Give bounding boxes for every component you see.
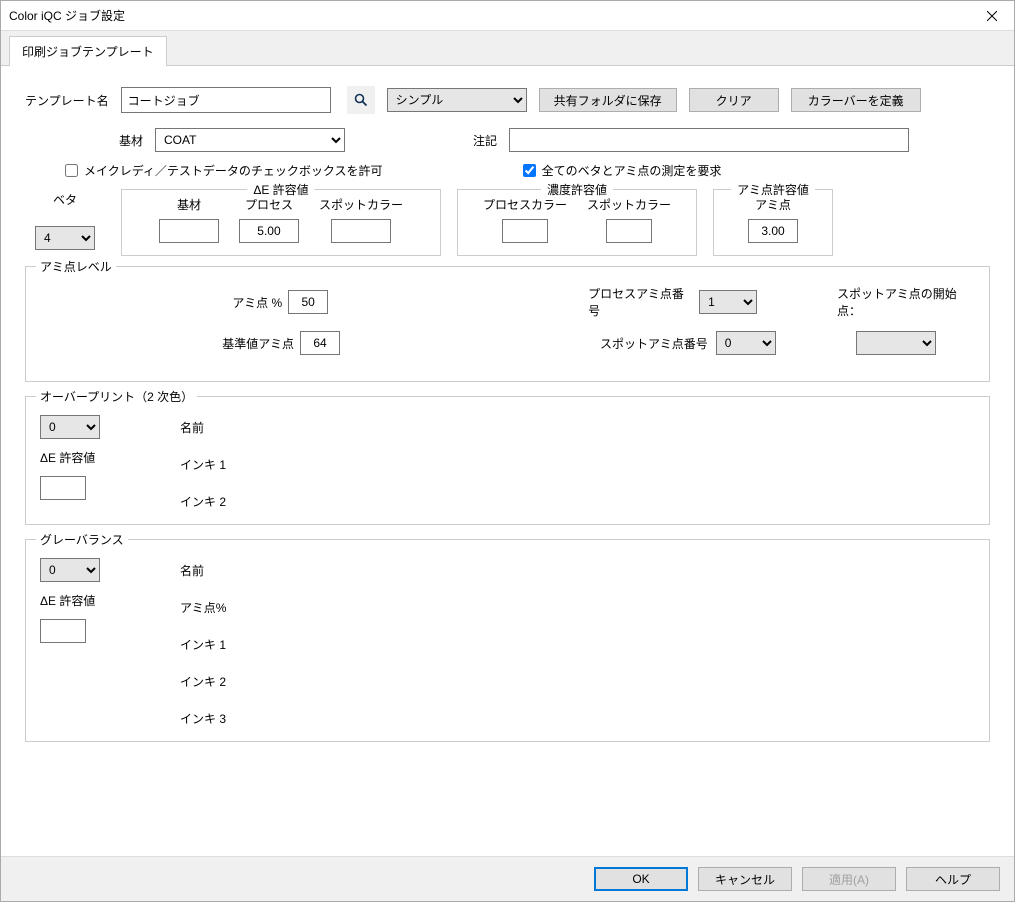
tab-print-job-template[interactable]: 印刷ジョブテンプレート — [9, 36, 167, 66]
overprint-ink1-label: インキ 1 — [180, 456, 226, 473]
beta-select[interactable]: 4 — [35, 226, 95, 250]
density-process-label: プロセスカラー — [483, 196, 567, 213]
require-all-checkbox[interactable]: 全てのベタとアミ点の測定を要求 — [523, 162, 722, 179]
gray-name-label: 名前 — [180, 562, 226, 579]
de-spot-input[interactable] — [331, 219, 391, 243]
substrate-label: 基材 — [25, 132, 143, 149]
de-substrate-label: 基材 — [177, 196, 201, 213]
overprint-legend: オーバープリント（2 次色） — [36, 388, 197, 405]
de-substrate-input[interactable] — [159, 219, 219, 243]
gray-ink3-label: インキ 3 — [180, 710, 226, 727]
tint-tolerance-title: アミ点許容値 — [731, 181, 815, 198]
overprint-name-label: 名前 — [180, 419, 226, 436]
allow-makeready-checkbox[interactable]: メイクレディ／テストデータのチェックボックスを許可 — [65, 162, 383, 179]
substrate-select[interactable]: COAT — [155, 128, 345, 152]
search-icon[interactable] — [347, 86, 375, 114]
de-process-input[interactable] — [239, 219, 299, 243]
overprint-de-input[interactable] — [40, 476, 86, 500]
density-tolerance-title: 濃度許容値 — [541, 181, 613, 198]
overprint-de-label: ΔE 許容値 — [40, 449, 140, 466]
gray-ink2-label: インキ 2 — [180, 673, 226, 690]
spot-tint-no-select[interactable]: 0 — [716, 331, 776, 355]
gray-ink1-label: インキ 1 — [180, 636, 226, 653]
tint-percent-label: アミ点 % — [232, 294, 282, 311]
gray-de-label: ΔE 許容値 — [40, 592, 140, 609]
spot-tint-no-label: スポットアミ点番号 — [600, 335, 708, 352]
spot-tint-start-select[interactable] — [856, 331, 936, 355]
density-spot-input[interactable] — [606, 219, 652, 243]
define-colorbar-button[interactable]: カラーバーを定義 — [791, 88, 921, 112]
apply-button: 適用(A) — [802, 867, 896, 891]
tint-tol-input[interactable] — [748, 219, 798, 243]
ok-button[interactable]: OK — [594, 867, 688, 891]
gray-tintpct-label: アミ点% — [180, 599, 226, 616]
de-spot-label: スポットカラー — [319, 196, 403, 213]
beta-label: ベタ — [25, 191, 105, 208]
density-process-input[interactable] — [502, 219, 548, 243]
overprint-select[interactable]: 0 — [40, 415, 100, 439]
allow-makeready-label: メイクレディ／テストデータのチェックボックスを許可 — [84, 162, 383, 179]
note-label: 注記 — [387, 132, 497, 149]
de-process-label: プロセス — [245, 196, 293, 213]
ref-tint-input[interactable] — [300, 331, 340, 355]
template-name-label: テンプレート名 — [25, 92, 109, 109]
tint-col-label: アミ点 — [755, 196, 791, 213]
ref-tint-label: 基準値アミ点 — [222, 335, 294, 352]
help-button[interactable]: ヘルプ — [906, 867, 1000, 891]
de-tolerance-title: ΔE 許容値 — [247, 181, 314, 198]
require-all-label: 全てのベタとアミ点の測定を要求 — [542, 162, 722, 179]
process-tint-no-select[interactable]: 1 — [699, 290, 757, 314]
clear-button[interactable]: クリア — [689, 88, 779, 112]
template-name-input[interactable] — [121, 87, 331, 113]
gray-balance-legend: グレーバランス — [36, 531, 128, 548]
close-icon[interactable] — [978, 2, 1006, 30]
allow-makeready-input[interactable] — [65, 164, 78, 177]
cancel-button[interactable]: キャンセル — [698, 867, 792, 891]
tint-percent-input[interactable] — [288, 290, 328, 314]
gray-select[interactable]: 0 — [40, 558, 100, 582]
density-spot-label: スポットカラー — [587, 196, 671, 213]
overprint-ink2-label: インキ 2 — [180, 493, 226, 510]
window-title: Color iQC ジョブ設定 — [9, 7, 978, 24]
spot-tint-start-label: スポットアミ点の開始点： — [837, 287, 957, 318]
save-shared-button[interactable]: 共有フォルダに保存 — [539, 88, 677, 112]
require-all-input[interactable] — [523, 164, 536, 177]
gray-de-input[interactable] — [40, 619, 86, 643]
view-mode-select[interactable]: シンプル — [387, 88, 527, 112]
note-input[interactable] — [509, 128, 909, 152]
tint-level-legend: アミ点レベル — [36, 258, 116, 275]
process-tint-no-label: プロセスアミ点番号 — [588, 285, 691, 319]
